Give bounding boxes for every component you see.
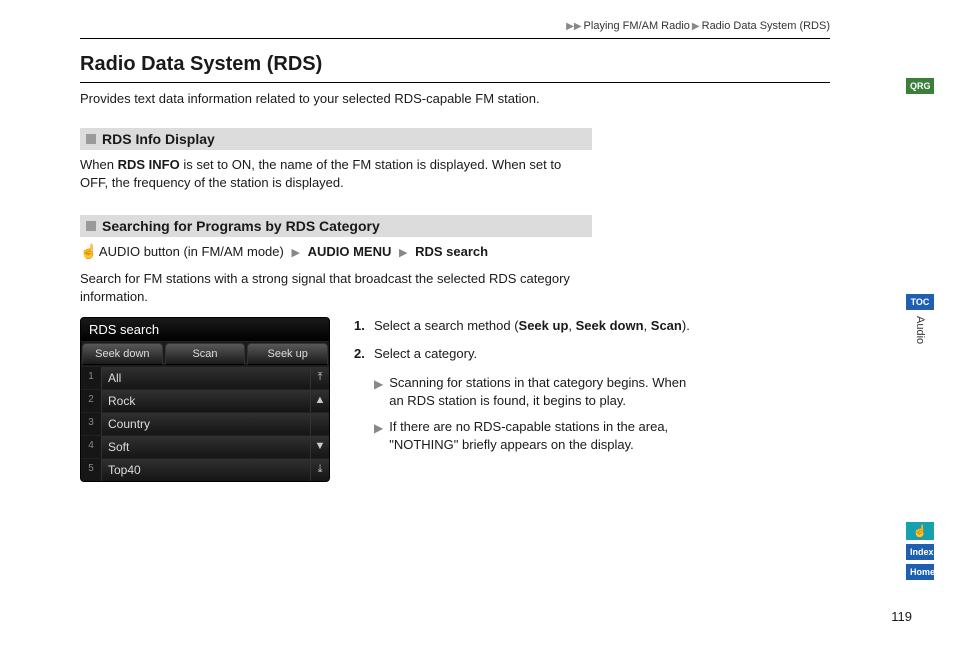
side-tab-index[interactable]: Index [906, 544, 934, 560]
instruction-steps: 1. Select a search method (Seek up, Seek… [354, 317, 700, 462]
text-bold: RDS INFO [118, 157, 180, 172]
page-number: 119 [891, 609, 912, 624]
intro-text: Provides text data information related t… [80, 91, 830, 106]
text-fragment: , [644, 318, 651, 333]
section-heading-rds-info: RDS Info Display [80, 128, 592, 150]
triangle-icon: ▶ [692, 21, 700, 32]
empty-arrow [310, 413, 329, 435]
navigation-path: ☝ AUDIO button (in FM/AM mode) ▶ AUDIO M… [80, 243, 580, 260]
triangle-icon: ▶▶ [566, 21, 581, 32]
side-tab-voice-icon[interactable]: ☝ [906, 522, 934, 540]
text-fragment: Select a search method ( [374, 318, 519, 333]
section1-body: When RDS INFO is set to ON, the name of … [80, 156, 580, 191]
row-number: 5 [81, 459, 101, 481]
row-label: Country [101, 413, 310, 435]
substep-text: If there are no RDS-capable stations in … [389, 418, 700, 454]
text-bold: Scan [651, 318, 682, 333]
rds-list-row: 5 Top40 ⤓ [81, 458, 329, 481]
row-number: 1 [81, 367, 101, 389]
rds-screen-illustration: RDS search Seek down Scan Seek up 1 All … [80, 317, 330, 482]
substep: ▶ Scanning for stations in that category… [374, 374, 700, 410]
scroll-bottom-icon: ⤓ [310, 459, 329, 481]
section-heading-label: Searching for Programs by RDS Category [102, 218, 380, 234]
text-fragment: , [568, 318, 575, 333]
text-fragment: When [80, 157, 118, 172]
text-fragment: ). [682, 318, 690, 333]
side-tab-qrg[interactable]: QRG [906, 78, 934, 94]
hand-icon: ☝ [80, 243, 92, 260]
rds-list-row: 3 Country [81, 412, 329, 435]
row-label: Top40 [101, 459, 310, 481]
breadcrumb: ▶▶Playing FM/AM Radio▶Radio Data System … [80, 20, 830, 39]
breadcrumb-seg2: Radio Data System (RDS) [702, 20, 830, 32]
scroll-top-icon: ⤒ [310, 367, 329, 389]
step-text: Select a search method (Seek up, Seek do… [374, 317, 690, 335]
side-section-label: Audio [914, 316, 926, 344]
row-label: Soft [101, 436, 310, 458]
rds-tab-seek-up: Seek up [247, 343, 328, 365]
step-text: Select a category. [374, 345, 477, 363]
square-bullet-icon [86, 221, 96, 231]
text-bold: Seek down [576, 318, 644, 333]
substep: ▶ If there are no RDS-capable stations i… [374, 418, 700, 454]
rds-screen-title: RDS search [81, 318, 329, 342]
rds-list-row: 4 Soft ▼ [81, 435, 329, 458]
row-number: 2 [81, 390, 101, 412]
step-number: 2. [354, 345, 370, 363]
triangle-icon: ▶ [291, 247, 299, 259]
breadcrumb-seg1: Playing FM/AM Radio [584, 20, 690, 32]
triangle-bullet-icon: ▶ [374, 418, 383, 454]
step-number: 1. [354, 317, 370, 335]
section-heading-label: RDS Info Display [102, 131, 215, 147]
side-tab-home[interactable]: Home [906, 564, 934, 580]
rds-list-row: 1 All ⤒ [81, 366, 329, 389]
row-label: All [101, 367, 310, 389]
rds-tab-scan: Scan [165, 343, 246, 365]
scroll-up-icon: ▲ [310, 390, 329, 412]
text-bold: Seek up [519, 318, 569, 333]
step-1: 1. Select a search method (Seek up, Seek… [354, 317, 700, 335]
triangle-bullet-icon: ▶ [374, 374, 383, 410]
row-number: 4 [81, 436, 101, 458]
path-segment-bold: RDS search [415, 244, 488, 259]
path-segment: AUDIO button (in FM/AM mode) [99, 244, 284, 259]
square-bullet-icon [86, 134, 96, 144]
triangle-icon: ▶ [399, 247, 407, 259]
section-heading-search-category: Searching for Programs by RDS Category [80, 215, 592, 237]
row-label: Rock [101, 390, 310, 412]
page-title: Radio Data System (RDS) [80, 53, 830, 83]
substep-text: Scanning for stations in that category b… [389, 374, 700, 410]
step-2: 2. Select a category. [354, 345, 700, 363]
section2-body: Search for FM stations with a strong sig… [80, 270, 580, 305]
rds-list-row: 2 Rock ▲ [81, 389, 329, 412]
scroll-down-icon: ▼ [310, 436, 329, 458]
row-number: 3 [81, 413, 101, 435]
rds-tab-seek-down: Seek down [82, 343, 163, 365]
side-tab-toc[interactable]: TOC [906, 294, 934, 310]
path-segment-bold: AUDIO MENU [308, 244, 392, 259]
